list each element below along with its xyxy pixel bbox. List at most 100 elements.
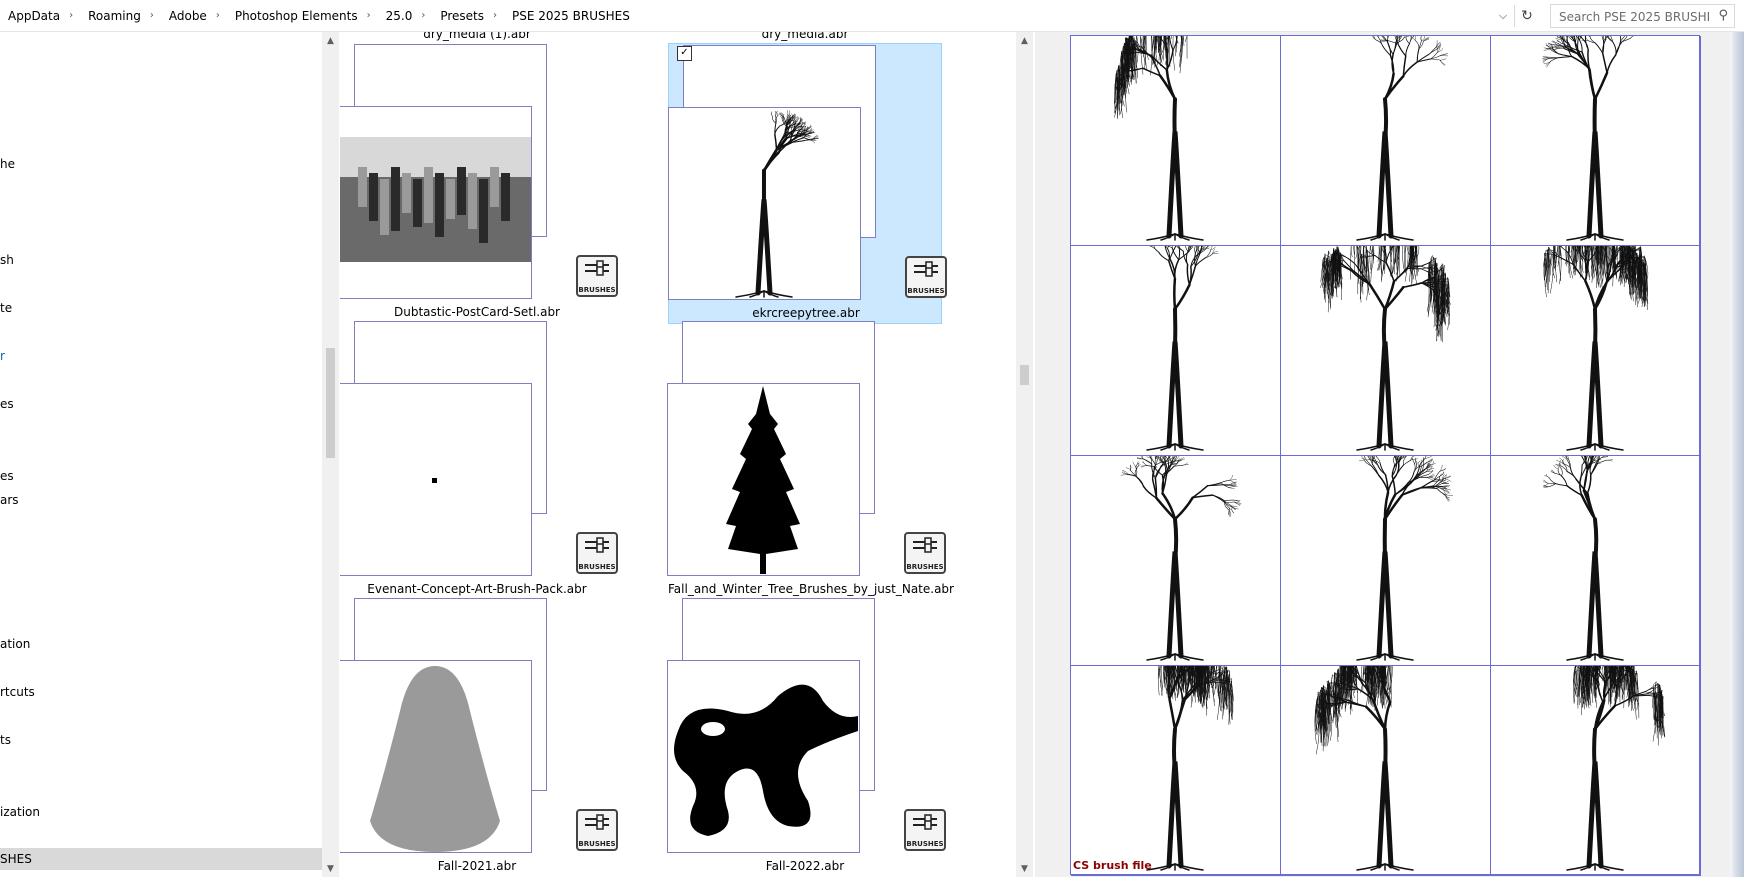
desktop-edge	[1730, 32, 1744, 877]
nav-item[interactable]: ization	[0, 805, 40, 819]
file-item[interactable]: BRUSHES Dubtastic-PostCard-Setl.abr	[340, 43, 618, 324]
file-item[interactable]: BRUSHES Fall_and_Winter_Tree_Brushes_by_j…	[667, 320, 954, 601]
file-item[interactable]: BRUSHES Fall-2022.abr	[667, 597, 946, 877]
file-name: Fall_and_Winter_Tree_Brushes_by_just_Nat…	[668, 582, 954, 596]
scroll-down-icon[interactable]: ▼	[322, 860, 339, 877]
nav-item[interactable]: r	[0, 349, 5, 363]
breadcrumb-item[interactable]: Presets ›	[432, 9, 504, 23]
search-box[interactable]: ⚲	[1550, 4, 1735, 28]
tree-brush-icon	[1113, 17, 1204, 241]
tree-brush-icon	[1120, 447, 1242, 661]
file-name: ekrcreepytree.abr	[752, 306, 860, 320]
breadcrumb-item[interactable]: Adobe ›	[161, 9, 227, 23]
file-name: Fall-2022.abr	[765, 859, 845, 873]
breadcrumb-label: Presets	[440, 8, 485, 23]
nav-item[interactable]: es	[0, 397, 14, 411]
tree-brush-icon	[1542, 436, 1624, 661]
brush-file-badge: BRUSHES	[905, 256, 947, 298]
selection-checkbox[interactable]: ✓	[677, 46, 692, 61]
scroll-up-icon[interactable]: ▲	[1016, 32, 1033, 49]
brush-preview-cell	[1491, 436, 1701, 666]
nav-item-selected[interactable]: SHES	[0, 848, 322, 870]
nav-scroll-thumb[interactable]	[326, 348, 335, 458]
tree-brush-icon	[1146, 646, 1234, 871]
file-name: Evenant-Concept-Art-Brush-Pack.abr	[367, 582, 587, 596]
refresh-button[interactable]: ↻	[1514, 5, 1539, 27]
nav-item[interactable]: rtcuts	[0, 685, 35, 699]
breadcrumb-item[interactable]: 25.0 ›	[378, 9, 433, 23]
brush-preview-cell	[1071, 646, 1281, 876]
address-bar[interactable]: AppData › Roaming › Adobe › Photoshop Elements…	[0, 0, 1744, 32]
brush-thumbnail	[432, 478, 437, 483]
refresh-icon: ↻	[1521, 8, 1533, 24]
brush-preview-cell	[1491, 15, 1701, 246]
brush-thumbnail	[370, 666, 500, 852]
brush-file-badge: BRUSHES	[576, 809, 618, 851]
chevron-right-icon[interactable]: ›	[64, 10, 78, 21]
file-name-partial[interactable]: dry_media (1).abr	[340, 32, 614, 41]
badge-label: BRUSHES	[907, 287, 945, 295]
brush-preview-cell	[1281, 446, 1491, 666]
brush-preview-cell	[1071, 228, 1281, 456]
chevron-right-icon[interactable]: ›	[211, 10, 225, 21]
chevron-right-icon[interactable]: ›	[362, 10, 376, 21]
tree-brush-icon	[1314, 649, 1414, 871]
scroll-down-icon[interactable]: ▼	[1016, 860, 1033, 877]
sliders-icon	[914, 261, 938, 277]
files-scrollbar[interactable]: ▲ ▼	[1016, 32, 1033, 877]
nav-item[interactable]: ation	[0, 637, 30, 651]
address-history-dropdown[interactable]: ⌵	[1492, 5, 1514, 27]
navigation-pane: he sh te r es es ars ation rtcuts ts ization SHES …	[0, 32, 339, 877]
badge-label: BRUSHES	[906, 840, 944, 848]
brush-preview-cell	[1281, 231, 1491, 456]
breadcrumb-item[interactable]: Photoshop Elements ›	[227, 9, 378, 23]
brush-file-badge: BRUSHES	[576, 255, 618, 297]
brush-preview-cell	[1281, 649, 1491, 876]
file-item[interactable]: BRUSHES Fall-2021.abr	[340, 597, 618, 877]
file-item[interactable]: BRUSHES Evenant-Concept-Art-Brush-Pack.ab…	[340, 320, 618, 601]
breadcrumb-label: Adobe	[168, 8, 207, 23]
nav-scrollbar[interactable]: ▲ ▼	[322, 32, 339, 877]
file-item[interactable]: BRUSHES ✓ ekrcreepytree.abr	[668, 43, 947, 324]
file-name-partial[interactable]: dry_media.abr	[668, 32, 942, 41]
thumbnail-front-card	[667, 660, 860, 853]
brush-thumbnail	[726, 386, 800, 574]
breadcrumb-label: Photoshop Elements	[234, 8, 358, 23]
brush-thumbnail	[735, 110, 819, 298]
brush-file-badge: BRUSHES	[904, 809, 946, 851]
search-icon: ⚲	[1718, 8, 1728, 23]
nav-item[interactable]: es	[0, 469, 14, 483]
brush-preview-cell	[1491, 650, 1701, 876]
nav-item[interactable]: ts	[0, 733, 11, 747]
nav-item[interactable]: he	[0, 157, 15, 171]
brush-thumbnail	[340, 137, 531, 262]
tree-brush-icon	[1543, 230, 1649, 451]
breadcrumb-item[interactable]: PSE 2025 BRUSHES	[504, 9, 632, 23]
chevron-right-icon[interactable]: ›	[145, 10, 159, 21]
scroll-up-icon[interactable]: ▲	[322, 32, 339, 49]
chevron-right-icon[interactable]: ›	[488, 10, 502, 21]
chevron-down-icon: ⌵	[1498, 9, 1508, 22]
nav-item[interactable]: te	[0, 301, 12, 315]
search-input[interactable]	[1557, 8, 1711, 26]
files-scroll-thumb[interactable]	[1020, 365, 1029, 385]
tree-brush-icon	[1356, 446, 1453, 661]
thumbnail-front-card	[668, 107, 861, 300]
tree-brush-icon	[1542, 15, 1636, 241]
sliders-icon	[913, 814, 937, 830]
tree-brush-icon	[1566, 650, 1666, 871]
chevron-right-icon[interactable]: ›	[416, 10, 430, 21]
badge-label: BRUSHES	[578, 563, 616, 571]
sliders-icon	[585, 814, 609, 830]
breadcrumb-label: 25.0	[385, 8, 413, 23]
breadcrumb-item[interactable]: Roaming ›	[80, 9, 161, 23]
brush-preview-grid: CS brush file	[1070, 15, 1701, 876]
nav-item[interactable]: ars	[0, 493, 19, 507]
breadcrumb-item[interactable]: AppData ›	[0, 9, 80, 23]
tree-brush-icon	[1320, 231, 1451, 451]
file-name: Fall-2021.abr	[437, 859, 517, 873]
brush-preview-cell	[1491, 230, 1701, 456]
tree-brush-icon	[1145, 228, 1219, 451]
nav-item[interactable]: sh	[0, 253, 14, 267]
file-list: dry_media (1).abr dry_media.abr BRUSHES D…	[340, 32, 1020, 877]
